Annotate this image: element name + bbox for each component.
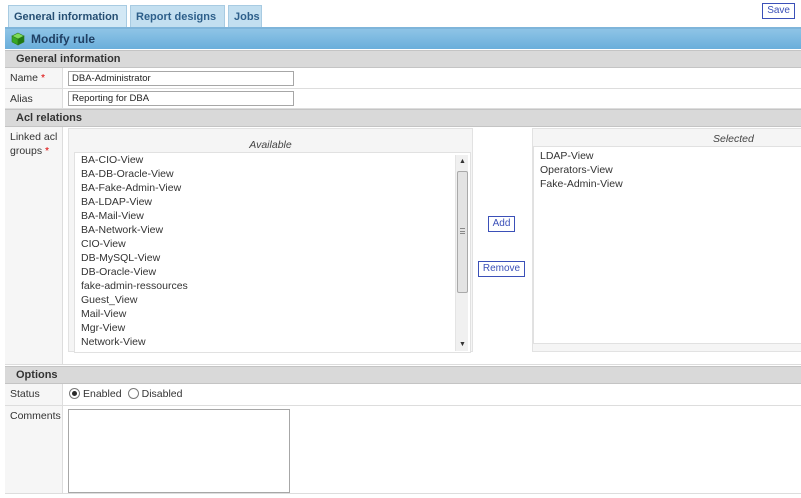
selected-title: Selected: [713, 133, 754, 145]
disabled-radio[interactable]: [127, 388, 139, 399]
alias-row: Alias Reporting for DBA: [5, 89, 801, 109]
name-label: Name *: [5, 68, 63, 88]
required-mark: *: [40, 72, 46, 84]
transfer-buttons: Add Remove: [473, 127, 533, 361]
tab-general-information[interactable]: General information: [8, 5, 127, 27]
selected-option[interactable]: Operators-View: [534, 163, 801, 177]
name-input[interactable]: DBA-Administrator: [68, 71, 294, 86]
page-title: Modify rule: [31, 32, 96, 46]
grip-icon: [460, 228, 465, 234]
scroll-down-arrow-icon[interactable]: ▼: [456, 338, 469, 351]
green-cube-icon: [11, 32, 25, 46]
linked-acl-groups-label: Linked acl groups *: [5, 127, 63, 364]
available-option[interactable]: Mail-View: [75, 307, 470, 321]
available-option[interactable]: Guest_View: [75, 293, 470, 307]
available-option[interactable]: Mgr-View: [75, 321, 470, 335]
alias-input[interactable]: Reporting for DBA: [68, 91, 294, 106]
status-row: Status Enabled Disabled: [5, 384, 801, 406]
comments-textarea[interactable]: [68, 409, 290, 493]
available-option[interactable]: Network-View: [75, 335, 470, 349]
remove-button[interactable]: Remove: [478, 261, 525, 277]
available-option[interactable]: DB-MySQL-View: [75, 251, 470, 265]
available-option[interactable]: BA-Fake-Admin-View: [75, 181, 470, 195]
available-list[interactable]: BA-CIO-View BA-DB-Oracle-View BA-Fake-Admi…: [74, 152, 471, 353]
status-value-cell: Enabled Disabled: [63, 384, 801, 405]
save-button[interactable]: Save: [762, 3, 795, 19]
available-scrollbar[interactable]: ▲ ▼: [455, 155, 468, 351]
selected-option[interactable]: Fake-Admin-View: [534, 177, 801, 191]
selected-panel: Selected LDAP-View Operators-View Fake-Adm…: [532, 128, 801, 352]
selected-list[interactable]: LDAP-View Operators-View Fake-Admin-View: [533, 146, 801, 344]
linked-acl-row: Linked acl groups * Available BA-CIO-Vie…: [5, 127, 801, 365]
add-button[interactable]: Add: [488, 216, 515, 232]
comments-label: Comments: [5, 406, 63, 493]
comments-row: Comments: [5, 406, 801, 494]
available-option[interactable]: BA-Network-View: [75, 223, 470, 237]
available-option[interactable]: CIO-View: [75, 237, 470, 251]
alias-label: Alias: [5, 89, 63, 108]
enabled-radio[interactable]: [69, 388, 80, 399]
available-option[interactable]: BA-DB-Oracle-View: [75, 167, 470, 181]
name-row: Name * DBA-Administrator: [5, 68, 801, 89]
available-option[interactable]: BA-Mail-View: [75, 209, 470, 223]
acl-value-cell: Available BA-CIO-View BA-DB-Oracle-View BA…: [63, 127, 801, 364]
section-general-information: General information: [5, 50, 801, 68]
status-label: Status: [5, 384, 63, 405]
available-title: Available: [249, 139, 292, 151]
form-header: Modify rule: [5, 29, 801, 49]
scroll-thumb[interactable]: [457, 171, 468, 293]
available-option[interactable]: BA-CIO-View: [75, 153, 470, 167]
tab-jobs[interactable]: Jobs: [228, 5, 262, 27]
disabled-label: Disabled: [141, 388, 183, 400]
tab-bar: General information Report designs Jobs: [8, 5, 262, 27]
scroll-up-arrow-icon[interactable]: ▲: [456, 155, 469, 168]
available-option[interactable]: DB-Oracle-View: [75, 265, 470, 279]
selected-option[interactable]: LDAP-View: [534, 149, 801, 163]
available-option[interactable]: BA-LDAP-View: [75, 195, 470, 209]
available-panel: Available BA-CIO-View BA-DB-Oracle-View BA…: [68, 128, 473, 353]
available-option[interactable]: fake-admin-ressources: [75, 279, 470, 293]
enabled-label: Enabled: [83, 388, 122, 400]
tab-report-designs[interactable]: Report designs: [130, 5, 225, 27]
section-options: Options: [5, 366, 801, 384]
section-acl-relations: Acl relations: [5, 109, 801, 127]
